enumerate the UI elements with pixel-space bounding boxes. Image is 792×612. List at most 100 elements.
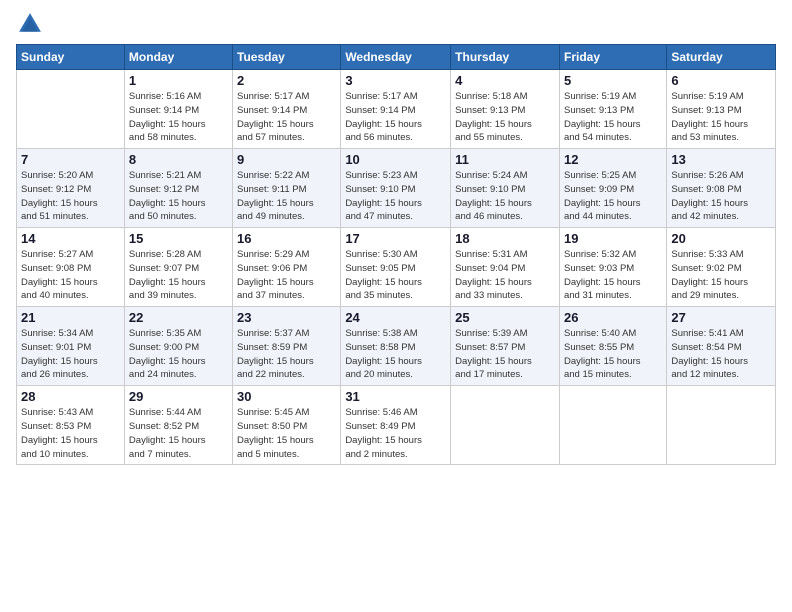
day-number: 19: [564, 231, 662, 246]
calendar-cell: 13 Sunrise: 5:26 AMSunset: 9:08 PMDayligh…: [667, 149, 776, 228]
calendar-cell: 30 Sunrise: 5:45 AMSunset: 8:50 PMDayligh…: [233, 386, 341, 465]
calendar-cell: 21Sunrise: 5:34 AMSunset: 9:01 PMDayligh…: [17, 307, 125, 386]
day-info: Sunrise: 5:22 AMSunset: 9:11 PMDaylight:…: [237, 169, 336, 224]
day-info: Sunrise: 5:17 AMSunset: 9:14 PMDaylight:…: [237, 90, 336, 145]
calendar-cell: 31 Sunrise: 5:46 AMSunset: 8:49 PMDayligh…: [341, 386, 451, 465]
col-header-sunday: Sunday: [17, 45, 125, 70]
day-info: Sunrise: 5:45 AMSunset: 8:50 PMDaylight:…: [237, 406, 336, 461]
col-header-friday: Friday: [559, 45, 666, 70]
day-info: Sunrise: 5:18 AMSunset: 9:13 PMDaylight:…: [455, 90, 555, 145]
day-number: 10: [345, 152, 446, 167]
calendar-cell: 17 Sunrise: 5:30 AMSunset: 9:05 PMDayligh…: [341, 228, 451, 307]
day-info: Sunrise: 5:16 AMSunset: 9:14 PMDaylight:…: [129, 90, 228, 145]
day-number: 16: [237, 231, 336, 246]
calendar-cell: 3 Sunrise: 5:17 AMSunset: 9:14 PMDaylight…: [341, 70, 451, 149]
day-info: Sunrise: 5:29 AMSunset: 9:06 PMDaylight:…: [237, 248, 336, 303]
day-info: Sunrise: 5:25 AMSunset: 9:09 PMDaylight:…: [564, 169, 662, 224]
day-number: 3: [345, 73, 446, 88]
day-number: 21: [21, 310, 120, 325]
calendar-cell: 9 Sunrise: 5:22 AMSunset: 9:11 PMDaylight…: [233, 149, 341, 228]
day-info: Sunrise: 5:17 AMSunset: 9:14 PMDaylight:…: [345, 90, 446, 145]
calendar-cell: 29Sunrise: 5:44 AMSunset: 8:52 PMDayligh…: [124, 386, 232, 465]
day-info: Sunrise: 5:27 AMSunset: 9:08 PMDaylight:…: [21, 248, 120, 303]
calendar-cell: 15 Sunrise: 5:28 AMSunset: 9:07 PMDayligh…: [124, 228, 232, 307]
week-row-2: 7 Sunrise: 5:20 AMSunset: 9:12 PMDaylight…: [17, 149, 776, 228]
calendar-table: SundayMondayTuesdayWednesdayThursdayFrid…: [16, 44, 776, 465]
day-info: Sunrise: 5:19 AMSunset: 9:13 PMDaylight:…: [564, 90, 662, 145]
day-number: 12: [564, 152, 662, 167]
col-header-thursday: Thursday: [451, 45, 560, 70]
day-info: Sunrise: 5:37 AMSunset: 8:59 PMDaylight:…: [237, 327, 336, 382]
calendar-cell: 10Sunrise: 5:23 AMSunset: 9:10 PMDayligh…: [341, 149, 451, 228]
day-number: 4: [455, 73, 555, 88]
day-number: 15: [129, 231, 228, 246]
col-header-wednesday: Wednesday: [341, 45, 451, 70]
logo: [16, 10, 48, 38]
day-info: Sunrise: 5:24 AMSunset: 9:10 PMDaylight:…: [455, 169, 555, 224]
day-number: 2: [237, 73, 336, 88]
calendar-cell: [17, 70, 125, 149]
calendar-cell: 16 Sunrise: 5:29 AMSunset: 9:06 PMDayligh…: [233, 228, 341, 307]
week-row-3: 14 Sunrise: 5:27 AMSunset: 9:08 PMDayligh…: [17, 228, 776, 307]
calendar-cell: 11 Sunrise: 5:24 AMSunset: 9:10 PMDayligh…: [451, 149, 560, 228]
day-info: Sunrise: 5:44 AMSunset: 8:52 PMDaylight:…: [129, 406, 228, 461]
col-header-tuesday: Tuesday: [233, 45, 341, 70]
day-number: 23: [237, 310, 336, 325]
calendar-cell: 24 Sunrise: 5:38 AMSunset: 8:58 PMDayligh…: [341, 307, 451, 386]
calendar-cell: 23 Sunrise: 5:37 AMSunset: 8:59 PMDayligh…: [233, 307, 341, 386]
calendar-cell: 27 Sunrise: 5:41 AMSunset: 8:54 PMDayligh…: [667, 307, 776, 386]
header: [16, 10, 776, 38]
day-info: Sunrise: 5:40 AMSunset: 8:55 PMDaylight:…: [564, 327, 662, 382]
calendar-header-row: SundayMondayTuesdayWednesdayThursdayFrid…: [17, 45, 776, 70]
day-number: 24: [345, 310, 446, 325]
day-info: Sunrise: 5:38 AMSunset: 8:58 PMDaylight:…: [345, 327, 446, 382]
day-number: 31: [345, 389, 446, 404]
calendar-cell: 8 Sunrise: 5:21 AMSunset: 9:12 PMDaylight…: [124, 149, 232, 228]
day-info: Sunrise: 5:21 AMSunset: 9:12 PMDaylight:…: [129, 169, 228, 224]
day-info: Sunrise: 5:46 AMSunset: 8:49 PMDaylight:…: [345, 406, 446, 461]
day-info: Sunrise: 5:30 AMSunset: 9:05 PMDaylight:…: [345, 248, 446, 303]
week-row-5: 28 Sunrise: 5:43 AMSunset: 8:53 PMDayligh…: [17, 386, 776, 465]
day-info: Sunrise: 5:43 AMSunset: 8:53 PMDaylight:…: [21, 406, 120, 461]
day-number: 17: [345, 231, 446, 246]
day-number: 8: [129, 152, 228, 167]
day-number: 5: [564, 73, 662, 88]
calendar-cell: 2 Sunrise: 5:17 AMSunset: 9:14 PMDaylight…: [233, 70, 341, 149]
col-header-saturday: Saturday: [667, 45, 776, 70]
calendar-cell: 18Sunrise: 5:31 AMSunset: 9:04 PMDayligh…: [451, 228, 560, 307]
calendar-cell: 26 Sunrise: 5:40 AMSunset: 8:55 PMDayligh…: [559, 307, 666, 386]
day-number: 28: [21, 389, 120, 404]
day-number: 14: [21, 231, 120, 246]
day-number: 1: [129, 73, 228, 88]
calendar-cell: 5 Sunrise: 5:19 AMSunset: 9:13 PMDaylight…: [559, 70, 666, 149]
day-number: 30: [237, 389, 336, 404]
day-info: Sunrise: 5:20 AMSunset: 9:12 PMDaylight:…: [21, 169, 120, 224]
day-number: 27: [671, 310, 771, 325]
day-info: Sunrise: 5:33 AMSunset: 9:02 PMDaylight:…: [671, 248, 771, 303]
calendar-cell: [667, 386, 776, 465]
calendar-cell: 1 Sunrise: 5:16 AMSunset: 9:14 PMDaylight…: [124, 70, 232, 149]
calendar-cell: 4 Sunrise: 5:18 AMSunset: 9:13 PMDaylight…: [451, 70, 560, 149]
day-number: 26: [564, 310, 662, 325]
day-number: 20: [671, 231, 771, 246]
day-info: Sunrise: 5:26 AMSunset: 9:08 PMDaylight:…: [671, 169, 771, 224]
day-info: Sunrise: 5:39 AMSunset: 8:57 PMDaylight:…: [455, 327, 555, 382]
logo-icon: [16, 10, 44, 38]
day-number: 6: [671, 73, 771, 88]
day-info: Sunrise: 5:28 AMSunset: 9:07 PMDaylight:…: [129, 248, 228, 303]
calendar-cell: 14 Sunrise: 5:27 AMSunset: 9:08 PMDayligh…: [17, 228, 125, 307]
calendar-cell: [451, 386, 560, 465]
day-number: 13: [671, 152, 771, 167]
day-number: 9: [237, 152, 336, 167]
day-info: Sunrise: 5:19 AMSunset: 9:13 PMDaylight:…: [671, 90, 771, 145]
day-number: 11: [455, 152, 555, 167]
week-row-1: 1 Sunrise: 5:16 AMSunset: 9:14 PMDaylight…: [17, 70, 776, 149]
calendar-cell: 28 Sunrise: 5:43 AMSunset: 8:53 PMDayligh…: [17, 386, 125, 465]
page: SundayMondayTuesdayWednesdayThursdayFrid…: [0, 0, 792, 612]
calendar-cell: 25Sunrise: 5:39 AMSunset: 8:57 PMDayligh…: [451, 307, 560, 386]
week-row-4: 21Sunrise: 5:34 AMSunset: 9:01 PMDayligh…: [17, 307, 776, 386]
day-number: 7: [21, 152, 120, 167]
day-number: 18: [455, 231, 555, 246]
day-info: Sunrise: 5:41 AMSunset: 8:54 PMDaylight:…: [671, 327, 771, 382]
col-header-monday: Monday: [124, 45, 232, 70]
